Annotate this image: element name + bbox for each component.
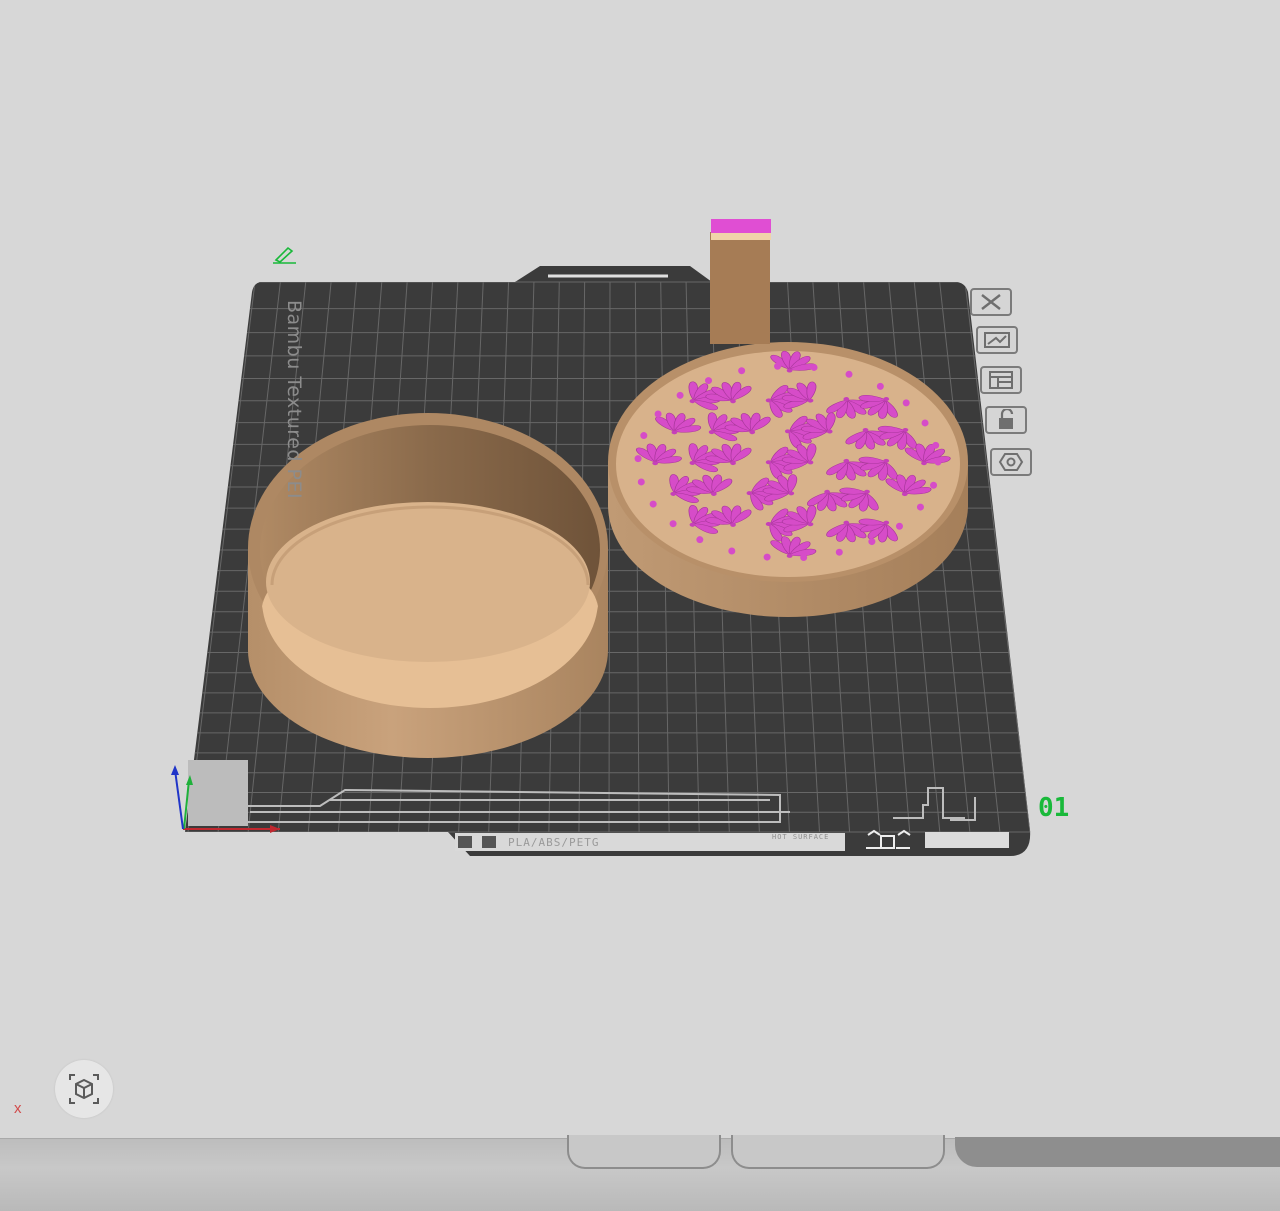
layout-button[interactable] [980,366,1022,394]
plate-number[interactable]: 01 [1038,793,1069,823]
edit-plate-name-icon[interactable] [272,244,298,269]
close-plate-button[interactable] [970,288,1012,316]
hot-surface-label: HOT SURFACE [772,833,830,841]
close-icon [981,294,1001,310]
plate-type-label: Bambu Textured PEI [283,300,305,500]
plate-settings-button[interactable] [990,448,1032,476]
lock-button[interactable] [985,406,1027,434]
close-mark[interactable]: x [14,1100,22,1117]
filament-type-label: PLA/ABS/PETG [508,836,600,849]
view-cube-icon [69,1074,99,1104]
bottom-toolbar-button-2[interactable] [731,1135,945,1169]
lock-icon [999,409,1014,429]
scene-canvas[interactable] [0,0,1280,1140]
auto-arrange-icon [984,332,1010,348]
object-prime-tower [710,219,771,344]
layout-icon [989,371,1013,389]
object-patterned-lid [608,342,968,617]
3d-viewport[interactable]: Bambu Textured PEI 01 PLA/ABS/PETG HOT S… [0,0,1280,1140]
auto-arrange-button[interactable] [976,326,1018,354]
view-cube-button[interactable] [55,1060,113,1118]
slice-button[interactable] [955,1137,1280,1167]
bottom-toolbar-button-1[interactable] [567,1135,721,1169]
bottom-toolbar [0,1135,1280,1211]
settings-icon [998,453,1024,471]
